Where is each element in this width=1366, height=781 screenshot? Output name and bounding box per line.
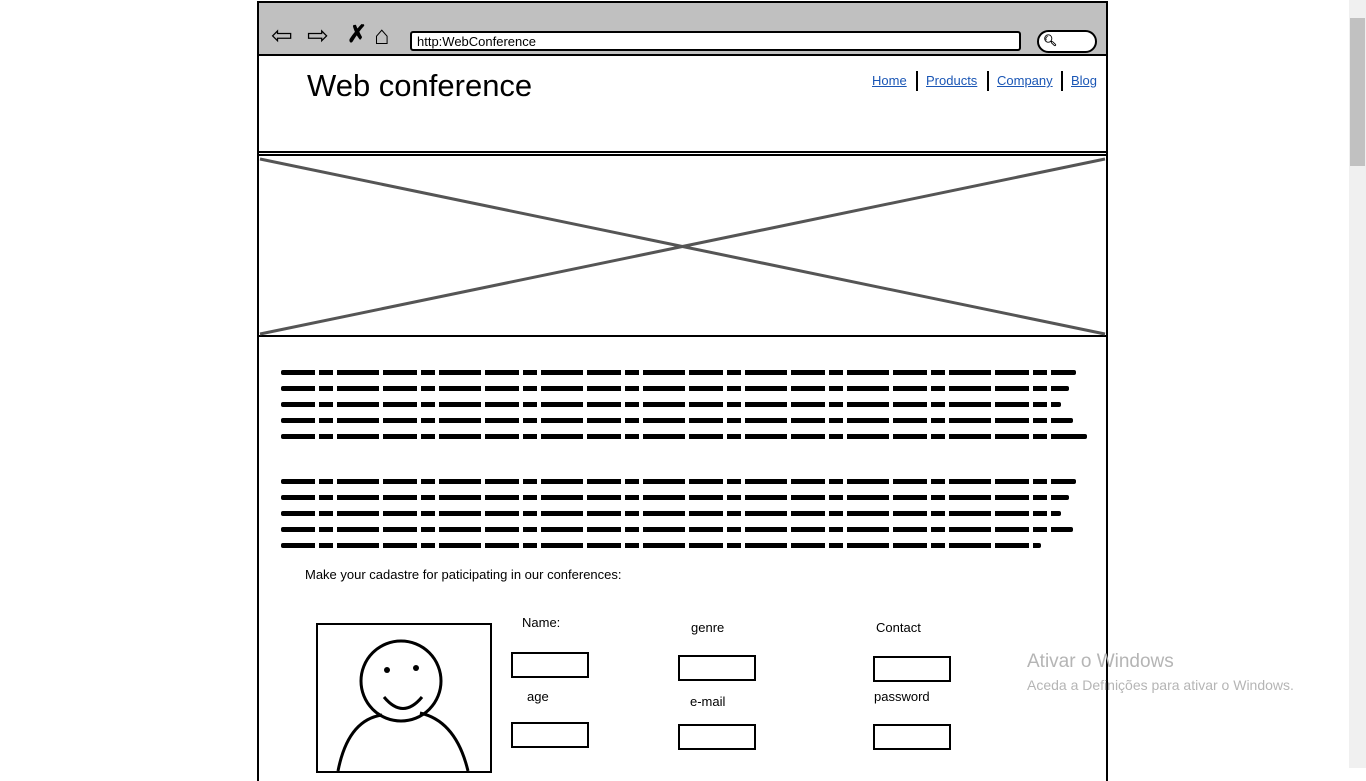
nav-company[interactable]: Company — [997, 73, 1053, 88]
search-icon: 🔍︎ — [1043, 35, 1057, 47]
user-avatar-icon — [336, 639, 470, 772]
nav-products[interactable]: Products — [926, 73, 977, 88]
nav-divider — [1061, 71, 1063, 91]
activation-watermark-title: Ativar o Windows — [1027, 651, 1174, 672]
page-title: Web conference — [307, 68, 533, 103]
genre-input[interactable] — [678, 655, 756, 681]
age-label: age — [527, 689, 549, 704]
scrollbar-thumb[interactable] — [1350, 18, 1365, 166]
email-label: e-mail — [690, 694, 726, 709]
search-box[interactable]: 🔍︎ — [1037, 30, 1097, 53]
hero-image-placeholder — [258, 154, 1108, 337]
home-icon[interactable]: ⌂ — [374, 22, 390, 48]
genre-label: genre — [691, 620, 725, 635]
nav-divider — [916, 71, 918, 91]
password-label: password — [874, 689, 930, 704]
name-input[interactable] — [511, 652, 589, 678]
password-input[interactable] — [873, 724, 951, 750]
close-icon[interactable]: ✗ — [347, 22, 367, 48]
age-input[interactable] — [511, 722, 589, 748]
nav-divider — [987, 71, 989, 91]
back-arrow-icon[interactable]: ⇦ — [271, 22, 293, 48]
contact-label: Contact — [876, 620, 921, 635]
form-intro: Make your cadastre for paticipating in o… — [305, 567, 622, 582]
activation-watermark-subtitle: Aceda a Definições para ativar o Windows… — [1027, 677, 1294, 693]
email-input[interactable] — [678, 724, 756, 750]
forward-arrow-icon[interactable]: ⇨ — [307, 22, 329, 48]
name-label: Name: — [522, 615, 561, 630]
avatar-placeholder[interactable] — [316, 623, 492, 773]
image-placeholder-cross-icon — [259, 157, 1106, 336]
nav-home[interactable]: Home — [872, 73, 907, 88]
url-bar[interactable]: http:WebConference — [410, 31, 1021, 51]
nav-blog[interactable]: Blog — [1071, 73, 1097, 88]
contact-input[interactable] — [873, 656, 951, 682]
